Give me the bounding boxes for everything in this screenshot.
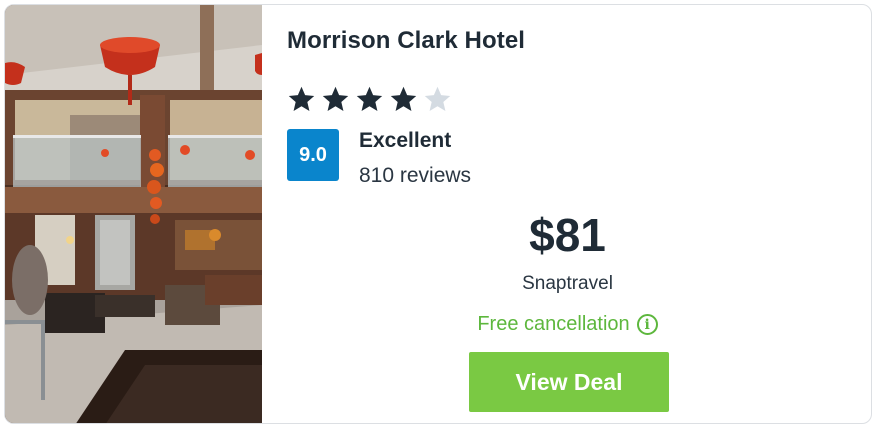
rating-label: Excellent — [359, 129, 452, 152]
deal-provider: Snaptravel — [522, 273, 613, 294]
hotel-name[interactable]: Morrison Clark Hotel — [287, 27, 525, 55]
hotel-photo[interactable] — [5, 5, 262, 423]
star-icon-empty — [424, 86, 451, 112]
deal-price: $81 — [529, 209, 606, 261]
star-icon-filled — [322, 86, 349, 112]
free-cancellation-label: Free cancellation — [477, 313, 630, 335]
hotel-lobby-image — [5, 5, 262, 423]
rating-score-badge: 9.0 — [287, 129, 339, 181]
hotel-card[interactable]: Morrison Clark Hotel 9.0 Excellent 810 r… — [4, 4, 872, 424]
star-icon-filled — [356, 86, 383, 112]
review-count[interactable]: 810 reviews — [359, 164, 471, 188]
hotel-info: Morrison Clark Hotel 9.0 Excellent 810 r… — [262, 5, 871, 423]
star-rating — [287, 85, 452, 113]
free-cancellation: Free cancellation i — [262, 313, 871, 336]
star-icon-filled — [288, 86, 315, 112]
info-icon[interactable]: i — [636, 314, 658, 335]
star-icon-filled — [390, 86, 417, 112]
view-deal-button[interactable]: View Deal — [469, 352, 669, 412]
